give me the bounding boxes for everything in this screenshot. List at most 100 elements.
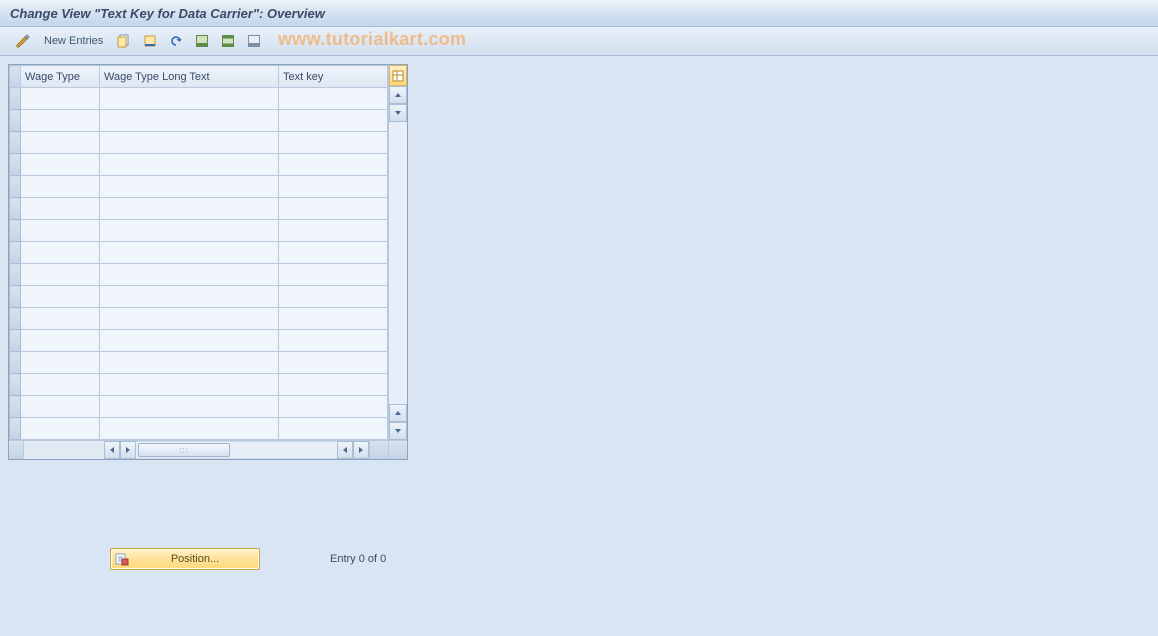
table-row[interactable] <box>10 374 388 396</box>
table-row[interactable] <box>10 176 388 198</box>
cell[interactable] <box>21 220 100 242</box>
cell[interactable] <box>279 154 388 176</box>
cell[interactable] <box>100 176 279 198</box>
cell[interactable] <box>100 242 279 264</box>
cell[interactable] <box>279 198 388 220</box>
cell[interactable] <box>279 220 388 242</box>
scroll-right-end-icon[interactable] <box>353 441 369 459</box>
delete-button[interactable] <box>139 30 161 52</box>
cell[interactable] <box>100 110 279 132</box>
col-header-wage-type-long-text[interactable]: Wage Type Long Text <box>100 66 279 88</box>
table-row[interactable] <box>10 132 388 154</box>
cell[interactable] <box>100 352 279 374</box>
table-row[interactable] <box>10 330 388 352</box>
cell[interactable] <box>21 330 100 352</box>
col-header-wage-type[interactable]: Wage Type <box>21 66 100 88</box>
scroll-down-top-icon[interactable] <box>389 104 407 122</box>
scroll-left-inner-icon[interactable] <box>337 441 353 459</box>
col-header-text-key[interactable]: Text key <box>279 66 388 88</box>
table-row[interactable] <box>10 352 388 374</box>
row-handle[interactable] <box>10 88 21 110</box>
vscroll-track[interactable] <box>389 122 407 404</box>
row-handle[interactable] <box>10 154 21 176</box>
cell[interactable] <box>279 352 388 374</box>
table-row[interactable] <box>10 88 388 110</box>
table-row[interactable] <box>10 110 388 132</box>
cell[interactable] <box>100 88 279 110</box>
cell[interactable] <box>279 110 388 132</box>
table-row[interactable] <box>10 418 388 440</box>
grid-corner[interactable] <box>10 66 21 88</box>
cell[interactable] <box>21 264 100 286</box>
cell[interactable] <box>21 176 100 198</box>
cell[interactable] <box>100 308 279 330</box>
cell[interactable] <box>100 264 279 286</box>
row-handle[interactable] <box>10 220 21 242</box>
hscroll-track[interactable]: ::: <box>136 441 337 459</box>
cell[interactable] <box>279 242 388 264</box>
cell[interactable] <box>100 330 279 352</box>
horizontal-scrollbar[interactable]: ::: <box>9 440 388 459</box>
table-row[interactable] <box>10 198 388 220</box>
scroll-up-bottom-icon[interactable] <box>389 404 407 422</box>
cell[interactable] <box>21 308 100 330</box>
table-row[interactable] <box>10 242 388 264</box>
row-handle[interactable] <box>10 242 21 264</box>
row-handle[interactable] <box>10 396 21 418</box>
cell[interactable] <box>100 286 279 308</box>
cell[interactable] <box>21 132 100 154</box>
cell[interactable] <box>279 374 388 396</box>
table-settings-button[interactable] <box>389 65 407 86</box>
row-handle[interactable] <box>10 264 21 286</box>
select-all-button[interactable] <box>191 30 213 52</box>
row-handle[interactable] <box>10 330 21 352</box>
copy-as-button[interactable] <box>113 30 135 52</box>
row-handle[interactable] <box>10 418 21 440</box>
toggle-edit-button[interactable] <box>12 30 34 52</box>
scroll-down-icon[interactable] <box>389 422 407 440</box>
undo-button[interactable] <box>165 30 187 52</box>
cell[interactable] <box>279 396 388 418</box>
scroll-right-inner-icon[interactable] <box>120 441 136 459</box>
row-handle[interactable] <box>10 352 21 374</box>
cell[interactable] <box>100 198 279 220</box>
scroll-left-start-icon[interactable] <box>104 441 120 459</box>
cell[interactable] <box>279 418 388 440</box>
cell[interactable] <box>21 418 100 440</box>
table-row[interactable] <box>10 154 388 176</box>
cell[interactable] <box>21 286 100 308</box>
row-handle[interactable] <box>10 132 21 154</box>
table-row[interactable] <box>10 308 388 330</box>
cell[interactable] <box>21 396 100 418</box>
cell[interactable] <box>100 132 279 154</box>
row-handle[interactable] <box>10 308 21 330</box>
hscroll-thumb[interactable]: ::: <box>138 443 230 457</box>
cell[interactable] <box>21 110 100 132</box>
row-handle[interactable] <box>10 286 21 308</box>
cell[interactable] <box>279 308 388 330</box>
table-row[interactable] <box>10 396 388 418</box>
row-handle[interactable] <box>10 176 21 198</box>
new-entries-button[interactable]: New Entries <box>38 31 109 51</box>
cell[interactable] <box>279 176 388 198</box>
cell[interactable] <box>100 220 279 242</box>
cell[interactable] <box>279 132 388 154</box>
cell[interactable] <box>279 330 388 352</box>
cell[interactable] <box>100 396 279 418</box>
table-row[interactable] <box>10 220 388 242</box>
cell[interactable] <box>21 198 100 220</box>
cell[interactable] <box>279 264 388 286</box>
cell[interactable] <box>279 286 388 308</box>
deselect-all-button[interactable] <box>243 30 265 52</box>
table-row[interactable] <box>10 264 388 286</box>
row-handle[interactable] <box>10 374 21 396</box>
cell[interactable] <box>21 154 100 176</box>
table-row[interactable] <box>10 286 388 308</box>
position-button[interactable]: Position... <box>110 548 260 570</box>
grid-table[interactable]: Wage Type Wage Type Long Text Text key <box>9 65 388 440</box>
cell[interactable] <box>21 242 100 264</box>
vertical-scrollbar[interactable] <box>388 65 407 459</box>
row-handle[interactable] <box>10 198 21 220</box>
cell[interactable] <box>21 352 100 374</box>
scroll-up-icon[interactable] <box>389 86 407 104</box>
